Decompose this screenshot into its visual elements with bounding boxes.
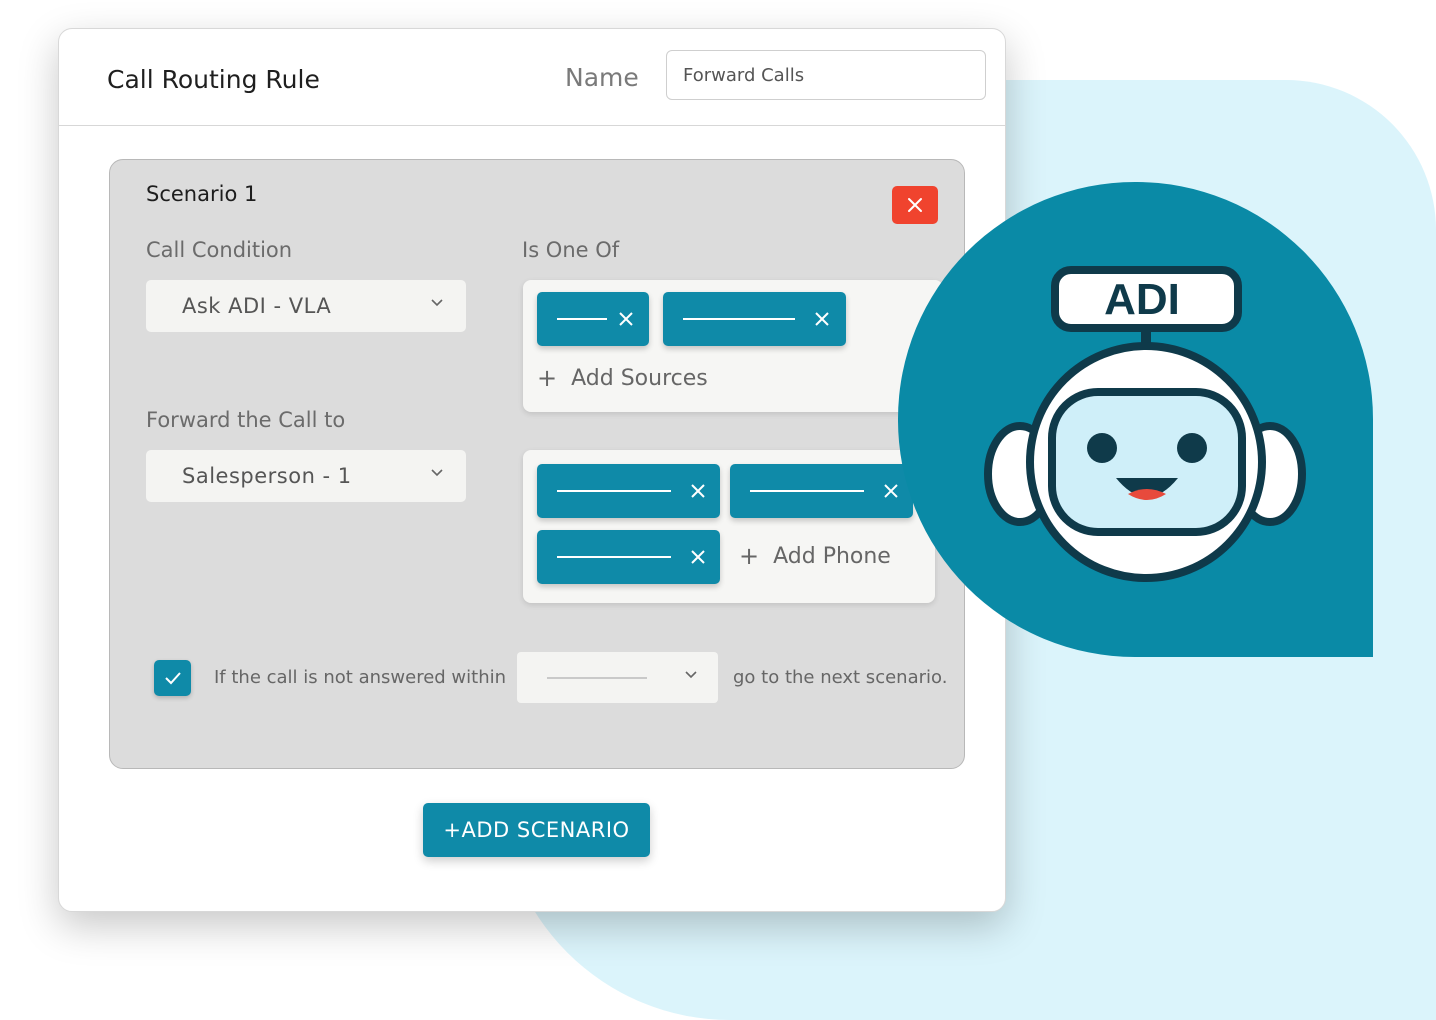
phone-tag[interactable] — [537, 464, 720, 518]
robot-label: ADI — [1104, 275, 1180, 324]
close-icon[interactable] — [689, 548, 707, 566]
tag-placeholder — [557, 318, 607, 320]
forward-call-select[interactable]: Salesperson - 1 — [146, 450, 466, 502]
add-phone-label: Add Phone — [773, 543, 891, 569]
plus-icon: + — [739, 542, 760, 570]
is-one-of-label: Is One Of — [522, 238, 620, 262]
tag-placeholder — [750, 490, 864, 492]
timeout-suffix-text: go to the next scenario. — [733, 667, 948, 688]
timeout-checkbox[interactable] — [154, 660, 191, 696]
plus-icon: + — [537, 364, 558, 392]
add-scenario-button[interactable]: +ADD SCENARIO — [423, 803, 650, 857]
adi-robot-badge: ADI — [898, 182, 1373, 657]
call-condition-value: Ask ADI - VLA — [182, 294, 332, 318]
timeout-placeholder — [547, 677, 647, 679]
phones-box: + Add Phone — [523, 450, 935, 603]
name-input[interactable] — [666, 50, 986, 100]
name-label: Name — [565, 63, 639, 92]
tag-placeholder — [683, 318, 795, 320]
call-routing-card: Call Routing Rule Name Scenario 1 Call C… — [58, 28, 1006, 912]
left-eye — [1087, 433, 1117, 463]
phone-tag[interactable] — [537, 530, 720, 584]
call-condition-select[interactable]: Ask ADI - VLA — [146, 280, 466, 332]
timeout-select[interactable] — [517, 652, 718, 703]
phone-tag[interactable] — [730, 464, 913, 518]
page-title: Call Routing Rule — [107, 65, 320, 94]
timeout-prefix-text: If the call is not answered within — [214, 667, 507, 688]
add-sources-button[interactable]: + Add Sources — [537, 364, 708, 392]
scenario-panel: Scenario 1 Call Condition Ask ADI - VLA … — [109, 159, 965, 769]
add-sources-label: Add Sources — [571, 365, 708, 391]
close-icon[interactable] — [617, 310, 635, 328]
source-tag[interactable] — [663, 292, 846, 346]
right-eye — [1177, 433, 1207, 463]
chevron-down-icon — [685, 671, 697, 679]
checkmark-icon — [164, 672, 181, 685]
add-phone-button[interactable]: + Add Phone — [739, 542, 891, 570]
card-header: Call Routing Rule Name — [59, 29, 1005, 126]
tag-placeholder — [557, 556, 671, 558]
close-icon[interactable] — [813, 310, 831, 328]
scenario-title: Scenario 1 — [146, 182, 258, 206]
forward-call-value: Salesperson - 1 — [182, 464, 352, 488]
sources-box: + Add Sources — [523, 280, 943, 412]
tag-placeholder — [557, 490, 671, 492]
chevron-down-icon — [431, 469, 443, 477]
call-condition-label: Call Condition — [146, 238, 293, 262]
robot-face — [1048, 388, 1246, 536]
close-icon[interactable] — [689, 482, 707, 500]
forward-call-label: Forward the Call to — [146, 408, 346, 432]
source-tag[interactable] — [537, 292, 649, 346]
chevron-down-icon — [431, 299, 443, 307]
